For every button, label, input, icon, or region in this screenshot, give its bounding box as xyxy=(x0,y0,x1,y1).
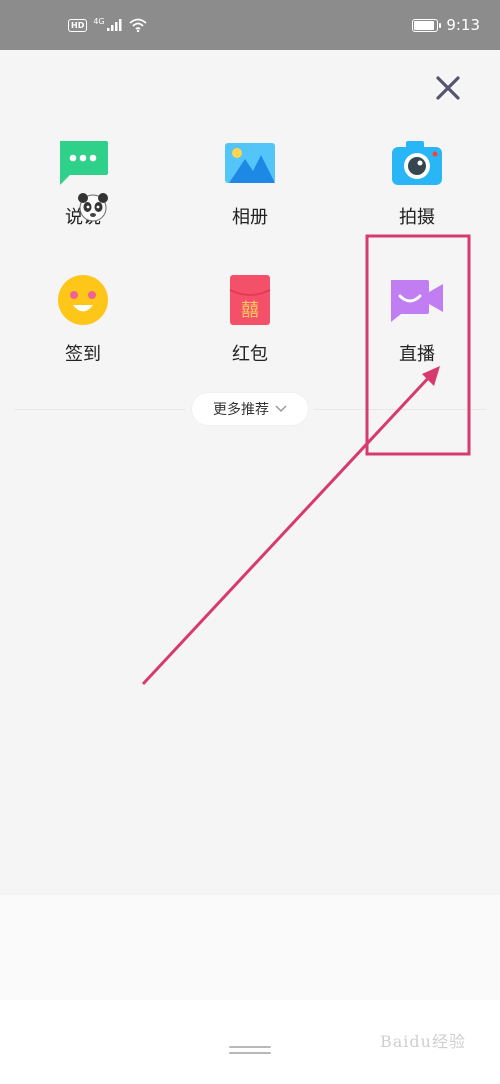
item-label: 签到 xyxy=(65,344,101,365)
more-recommend-label: 更多推荐 xyxy=(213,402,269,418)
item-label: 拍摄 xyxy=(399,207,435,228)
divider-right xyxy=(314,409,486,410)
watermark: Baidu经验 xyxy=(380,1032,466,1051)
close-button[interactable] xyxy=(430,70,466,106)
wifi-icon xyxy=(129,18,147,32)
red-packet-icon: 囍 xyxy=(222,272,278,328)
status-right: 9:13 xyxy=(412,16,480,34)
item-label: 红包 xyxy=(232,344,268,365)
message-bubble-icon xyxy=(55,135,111,191)
drag-handle[interactable] xyxy=(229,1046,271,1056)
photo-album-icon xyxy=(222,135,278,191)
status-bar: HD 4G 9:13 xyxy=(0,0,500,50)
item-checkin[interactable]: 签到 xyxy=(23,272,143,382)
clock: 9:13 xyxy=(446,16,480,34)
chevron-down-icon xyxy=(275,405,287,413)
panda-sticker-icon xyxy=(78,193,108,222)
camera-icon xyxy=(389,135,445,191)
bottom-area xyxy=(0,895,500,1000)
item-album[interactable]: 相册 xyxy=(190,135,310,245)
publish-panel: 说说 相册 拍摄 签到 囍 红包 直播 更多推荐 xyxy=(0,50,500,895)
hd-badge: HD xyxy=(68,18,88,32)
video-camera-icon xyxy=(389,272,445,328)
battery-icon xyxy=(412,18,442,32)
item-live[interactable]: 直播 xyxy=(357,272,477,382)
smiley-face-icon xyxy=(55,272,111,328)
more-recommend-button[interactable]: 更多推荐 xyxy=(192,393,308,425)
divider-left xyxy=(14,409,186,410)
item-label: 直播 xyxy=(399,344,435,365)
item-redpacket[interactable]: 囍 红包 xyxy=(190,272,310,382)
network-label: 4G xyxy=(93,16,105,26)
status-left: HD 4G xyxy=(68,16,147,32)
item-label: 相册 xyxy=(232,207,268,228)
svg-text:囍: 囍 xyxy=(241,300,259,321)
close-icon xyxy=(436,76,460,100)
item-shoot[interactable]: 拍摄 xyxy=(357,135,477,245)
signal-icon xyxy=(106,19,122,31)
